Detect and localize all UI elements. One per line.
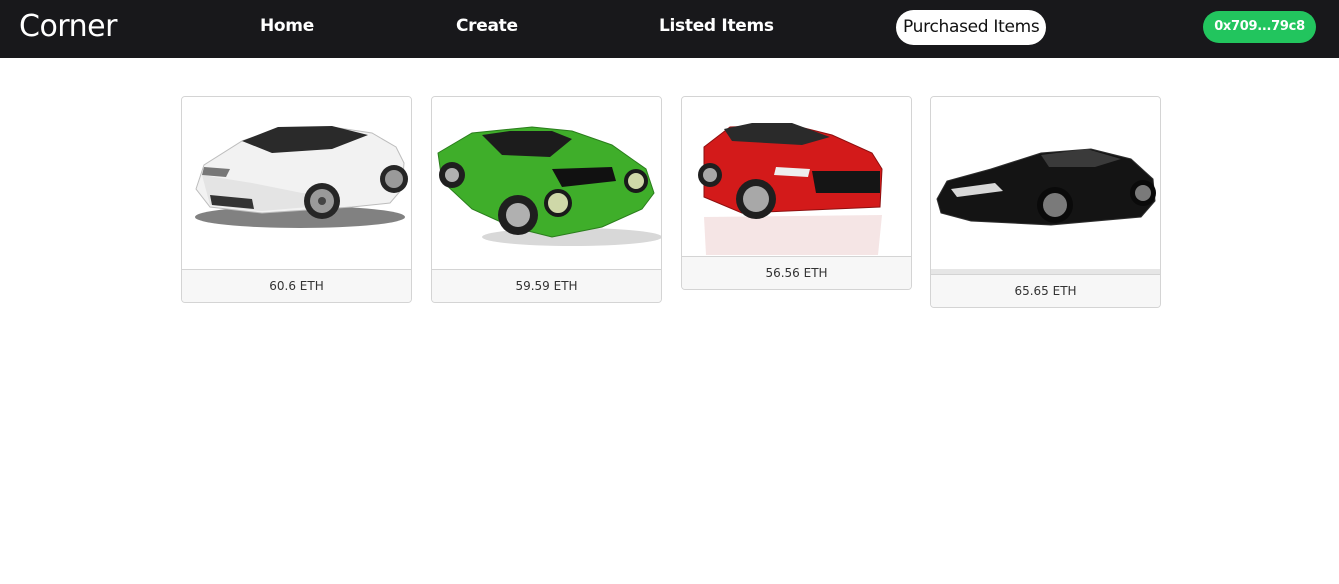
black-hypercar-image [931,97,1160,274]
wallet-address-button[interactable]: 0x709...79c8 [1203,11,1316,43]
nav-create[interactable]: Create [456,16,518,36]
price-label: 59.59 ETH [432,269,661,302]
price-label: 60.6 ETH [182,269,411,302]
nav-listed-items[interactable]: Listed Items [659,16,774,36]
nft-card[interactable]: 59.59 ETH [431,96,662,303]
brand-logo[interactable]: Corner [19,9,117,44]
white-sports-car-image [182,97,411,269]
red-sedan-image [682,97,911,256]
nav-home[interactable]: Home [260,16,314,36]
nav-purchased-items[interactable]: Purchased Items [896,10,1047,45]
nft-card[interactable]: 60.6 ETH [181,96,412,303]
price-label: 56.56 ETH [682,256,911,289]
price-label: 65.65 ETH [931,274,1160,307]
nft-card[interactable]: 56.56 ETH [681,96,912,290]
nft-card[interactable]: 65.65 ETH [930,96,1161,308]
top-navbar: Corner Home Create Listed Items Purchase… [0,0,1339,58]
green-classic-sports-car-image [432,97,661,269]
